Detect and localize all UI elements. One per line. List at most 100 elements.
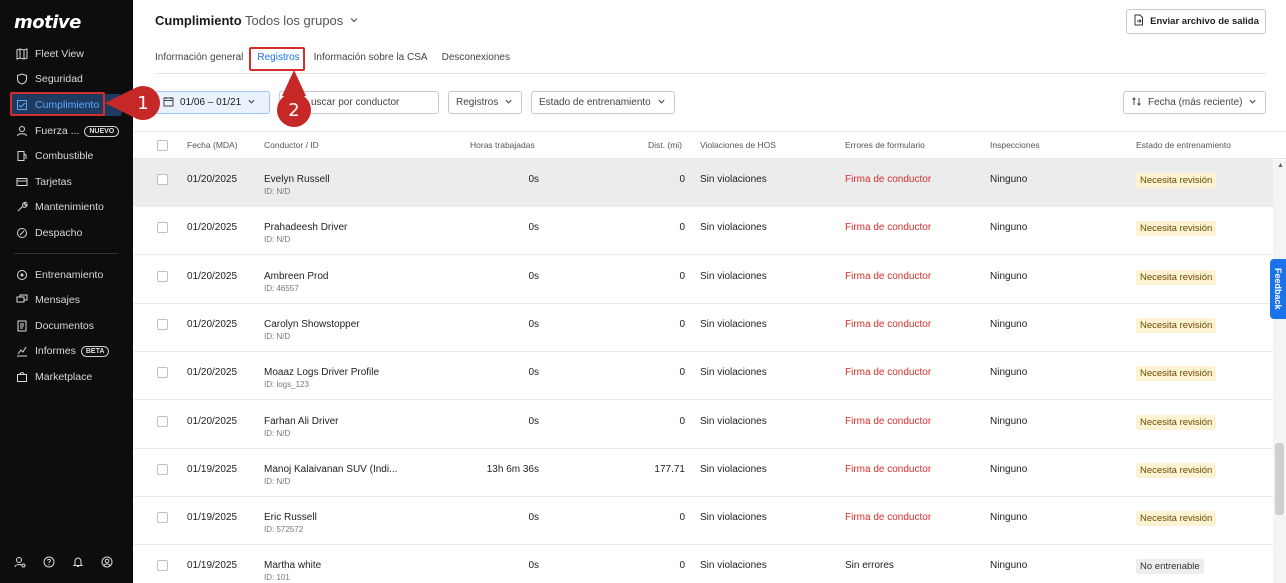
row-training-status-badge: Necesita revisión bbox=[1136, 270, 1217, 285]
sidebar-item-mantenimiento[interactable]: Mantenimiento bbox=[10, 196, 122, 218]
row-driver-id: ID: 101 bbox=[264, 573, 290, 582]
sort-icon bbox=[1131, 96, 1142, 110]
motive-logo[interactable]: motive bbox=[14, 12, 81, 33]
row-form-errors[interactable]: Firma de conductor bbox=[845, 464, 931, 475]
sidebar-item-fleet-view[interactable]: Fleet View bbox=[10, 43, 122, 65]
export-button[interactable]: Enviar archivo de salida bbox=[1126, 9, 1266, 34]
fuel-icon bbox=[16, 150, 28, 162]
row-checkbox[interactable] bbox=[157, 464, 168, 475]
column-header-hours[interactable]: Horas trabajadas bbox=[470, 140, 535, 150]
user-settings-icon[interactable] bbox=[14, 556, 26, 568]
sidebar-item-label: Fleet View bbox=[35, 48, 84, 60]
row-hours: 0s bbox=[528, 319, 539, 330]
row-training-status-badge: Necesita revisión bbox=[1136, 173, 1217, 188]
chevron-down-icon bbox=[657, 97, 666, 109]
table-row[interactable]: 01/20/2025 Carolyn Showstopper ID: N/D 0s 0 S… bbox=[133, 304, 1273, 352]
row-form-errors[interactable]: Firma de conductor bbox=[845, 367, 931, 378]
logs-dropdown[interactable]: Registros bbox=[448, 91, 522, 114]
row-form-errors[interactable]: Firma de conductor bbox=[845, 271, 931, 282]
row-form-errors[interactable]: Firma de conductor bbox=[845, 174, 931, 185]
table-row[interactable]: 01/20/2025 Evelyn Russell ID: N/D 0s 0 Sin vi… bbox=[133, 159, 1273, 207]
column-header-driver[interactable]: Conductor / ID bbox=[264, 140, 319, 150]
bell-icon[interactable] bbox=[72, 556, 84, 568]
date-range-picker[interactable]: 01/06 – 01/21 bbox=[155, 91, 270, 114]
row-date: 01/19/2025 bbox=[187, 560, 238, 571]
column-header-hos[interactable]: Violaciones de HOS bbox=[700, 140, 776, 150]
sidebar-item-combustible[interactable]: Combustible bbox=[10, 145, 122, 167]
row-driver-name[interactable]: Prahadeesh Driver bbox=[264, 222, 347, 233]
row-checkbox[interactable] bbox=[157, 271, 168, 282]
row-driver-name[interactable]: Carolyn Showstopper bbox=[264, 319, 360, 330]
sidebar-item-mensajes[interactable]: Mensajes bbox=[10, 289, 122, 311]
row-checkbox[interactable] bbox=[157, 512, 168, 523]
row-training-status-badge: Necesita revisión bbox=[1136, 415, 1217, 430]
row-form-errors[interactable]: Firma de conductor bbox=[845, 512, 931, 523]
sidebar-item-fuerza[interactable]: Fuerza ... NUEVO bbox=[10, 120, 122, 142]
row-driver-name[interactable]: Evelyn Russell bbox=[264, 174, 330, 185]
row-checkbox[interactable] bbox=[157, 174, 168, 185]
sidebar-item-despacho[interactable]: Despacho bbox=[10, 222, 122, 244]
calendar-icon bbox=[163, 96, 174, 110]
sidebar-item-documentos[interactable]: Documentos bbox=[10, 315, 122, 337]
row-distance: 0 bbox=[679, 319, 685, 330]
row-driver-name[interactable]: Manoj Kalaivanan SUV (Indi... bbox=[264, 464, 397, 475]
table-row[interactable]: 01/19/2025 Eric Russell ID: 572572 0s 0 Sin v… bbox=[133, 497, 1273, 545]
row-checkbox[interactable] bbox=[157, 222, 168, 233]
marketplace-icon bbox=[16, 371, 28, 383]
training-icon bbox=[16, 269, 28, 281]
row-date: 01/20/2025 bbox=[187, 367, 238, 378]
row-form-errors[interactable]: Firma de conductor bbox=[845, 222, 931, 233]
row-driver-id: ID: 46557 bbox=[264, 284, 299, 293]
tab-informacion-general[interactable]: Información general bbox=[155, 50, 249, 68]
sidebar-item-entrenamiento[interactable]: Entrenamiento bbox=[10, 264, 122, 286]
feedback-tab[interactable]: Feedback bbox=[1270, 259, 1286, 319]
training-status-dropdown[interactable]: Estado de entrenamiento bbox=[531, 91, 675, 114]
scroll-up-arrow-icon[interactable]: ▲ bbox=[1277, 162, 1284, 169]
row-driver-name[interactable]: Farhan Ali Driver bbox=[264, 416, 338, 427]
row-driver-name[interactable]: Eric Russell bbox=[264, 512, 317, 523]
account-icon[interactable] bbox=[101, 556, 113, 568]
row-checkbox[interactable] bbox=[157, 560, 168, 571]
sidebar-item-marketplace[interactable]: Marketplace bbox=[10, 366, 122, 388]
row-driver-name[interactable]: Martha white bbox=[264, 560, 321, 571]
table-row[interactable]: 01/19/2025 Martha white ID: 101 0s 0 Sin viol… bbox=[133, 545, 1273, 583]
row-driver-name[interactable]: Moaaz Logs Driver Profile bbox=[264, 367, 379, 378]
column-header-distance[interactable]: Dist. (mi) bbox=[648, 140, 682, 150]
column-header-inspections[interactable]: Inspecciones bbox=[990, 140, 1040, 150]
row-driver-name[interactable]: Ambreen Prod bbox=[264, 271, 328, 282]
row-training-status-badge: Necesita revisión bbox=[1136, 221, 1217, 236]
new-badge: NUEVO bbox=[84, 125, 120, 137]
annotation-step-1: 1 bbox=[126, 86, 160, 120]
scrollbar-track[interactable] bbox=[1273, 160, 1286, 583]
tab-csa[interactable]: Información sobre la CSA bbox=[308, 50, 434, 68]
messages-icon bbox=[16, 294, 28, 306]
row-hos-violations: Sin violaciones bbox=[700, 416, 767, 427]
row-checkbox[interactable] bbox=[157, 367, 168, 378]
logs-dropdown-label: Registros bbox=[456, 97, 499, 108]
column-header-form-errors[interactable]: Errores de formulario bbox=[845, 140, 925, 150]
table-row[interactable]: 01/20/2025 Prahadeesh Driver ID: N/D 0s 0 Sin… bbox=[133, 207, 1273, 255]
sidebar-item-tarjetas[interactable]: Tarjetas bbox=[10, 171, 122, 193]
table-row[interactable]: 01/20/2025 Moaaz Logs Driver Profile ID: l… bbox=[133, 352, 1273, 400]
training-status-label: Estado de entrenamiento bbox=[539, 97, 651, 108]
tab-desconexiones[interactable]: Desconexiones bbox=[436, 50, 516, 68]
help-icon[interactable] bbox=[43, 556, 55, 568]
table-row[interactable]: 01/20/2025 Farhan Ali Driver ID: N/D 0s 0 Sin… bbox=[133, 401, 1273, 449]
sort-dropdown[interactable]: Fecha (más reciente) bbox=[1123, 91, 1266, 114]
row-form-errors[interactable]: Firma de conductor bbox=[845, 319, 931, 330]
column-header-training-status[interactable]: Estado de entrenamiento bbox=[1136, 140, 1231, 150]
row-training-status-badge: Necesita revisión bbox=[1136, 463, 1217, 478]
row-checkbox[interactable] bbox=[157, 319, 168, 330]
date-range-value: 01/06 – 01/21 bbox=[180, 97, 242, 108]
row-driver-id: ID: N/D bbox=[264, 332, 291, 341]
sidebar-item-informes[interactable]: Informes BETA bbox=[10, 340, 122, 362]
row-checkbox[interactable] bbox=[157, 416, 168, 427]
select-all-checkbox[interactable] bbox=[157, 140, 168, 151]
row-form-errors[interactable]: Sin errores bbox=[845, 560, 894, 571]
row-form-errors[interactable]: Firma de conductor bbox=[845, 416, 931, 427]
table-row[interactable]: 01/19/2025 Manoj Kalaivanan SUV (Indi... I… bbox=[133, 449, 1273, 497]
column-header-date[interactable]: Fecha (MDA) bbox=[187, 140, 238, 150]
table-row[interactable]: 01/20/2025 Ambreen Prod ID: 46557 0s 0 Sin vi… bbox=[133, 256, 1273, 304]
group-selector[interactable]: Todos los grupos bbox=[245, 13, 359, 28]
scrollbar-thumb[interactable] bbox=[1275, 443, 1284, 515]
